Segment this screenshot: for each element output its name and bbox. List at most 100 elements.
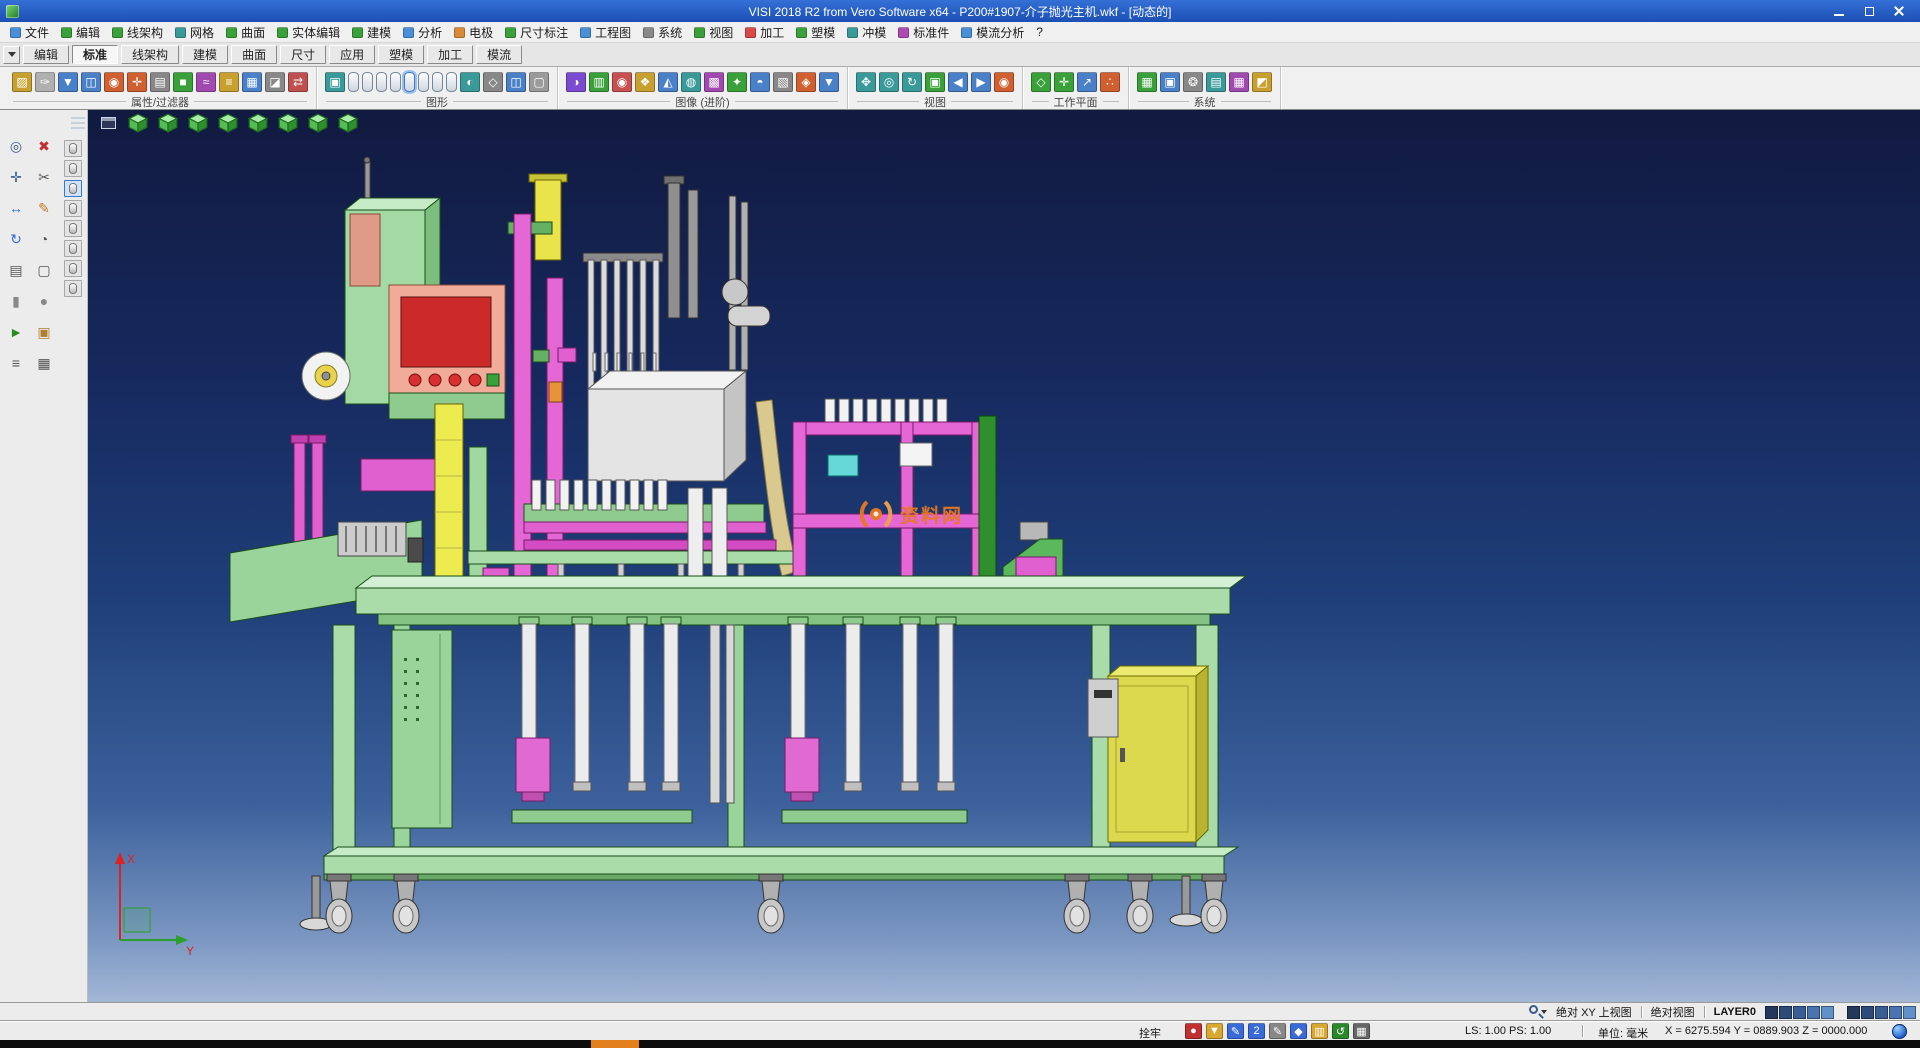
cylinder-tool-2-icon[interactable]	[362, 72, 373, 92]
palette-icon[interactable]: ▥	[1311, 1023, 1328, 1039]
erase-attr-icon[interactable]: ◪	[265, 72, 285, 92]
layer-indicator[interactable]: LAYER0	[1714, 1006, 1756, 1018]
entity-toggle-4-icon[interactable]	[64, 200, 82, 217]
menu-item-mold[interactable]: 塑模	[790, 22, 841, 42]
entity-toggle-1-icon[interactable]	[64, 140, 82, 157]
side-view-icon[interactable]	[216, 112, 240, 134]
entity-toggle-2-icon[interactable]	[64, 160, 82, 177]
system-calc-icon[interactable]: ▤	[1206, 72, 1226, 92]
sphere-icon[interactable]: ●	[32, 289, 56, 313]
entity-toggle-7-icon[interactable]	[64, 260, 82, 277]
menu-item-moldflow[interactable]: 模流分析	[955, 22, 1030, 42]
viewport-window-icon[interactable]	[96, 112, 120, 134]
menu-item-dimension[interactable]: 尺寸标注	[499, 22, 574, 42]
plane-xy-icon[interactable]: ◇	[1031, 72, 1051, 92]
filter-window-icon[interactable]: ◫	[81, 72, 101, 92]
tab-edit[interactable]: 编辑	[23, 45, 69, 64]
effects-icon[interactable]: ✦	[727, 72, 747, 92]
front-view-icon[interactable]	[186, 112, 210, 134]
view-orientation-label[interactable]: 绝对 XY 上视图	[1556, 1004, 1632, 1020]
snap-lock-label[interactable]: 拴牢	[1139, 1025, 1161, 1041]
transparency-icon[interactable]: ▧	[773, 72, 793, 92]
plane-normal-icon[interactable]: ↗	[1077, 72, 1097, 92]
tab-application[interactable]: 应用	[329, 45, 375, 64]
rotate-view-icon[interactable]: ↻	[902, 72, 922, 92]
search-view-icon[interactable]	[1527, 1004, 1547, 1020]
texture-icon[interactable]: ▥	[589, 72, 609, 92]
layer-color-chip[interactable]	[1779, 1006, 1792, 1019]
menu-item-standard-parts[interactable]: 标准件	[892, 22, 955, 42]
layer-color-chip[interactable]	[1793, 1006, 1806, 1019]
tab-overflow-button[interactable]	[3, 46, 20, 64]
entity-toggle-6-icon[interactable]	[64, 240, 82, 257]
tab-machining[interactable]: 加工	[427, 45, 473, 64]
iso-view-icon[interactable]	[126, 112, 150, 134]
system-table-icon[interactable]: ▦	[1229, 72, 1249, 92]
clipboard-icon[interactable]: ▣	[32, 320, 56, 344]
light-icon[interactable]: ◍	[681, 72, 701, 92]
top-view-icon[interactable]	[156, 112, 180, 134]
tab-moldflow[interactable]: 模流	[476, 45, 522, 64]
menu-item-view[interactable]: 视图	[688, 22, 739, 42]
bottom-view-icon[interactable]	[276, 112, 300, 134]
menu-item-analysis[interactable]: 分析	[397, 22, 448, 42]
count-icon[interactable]: 2	[1248, 1023, 1265, 1039]
menu-item-die[interactable]: 冲模	[841, 22, 892, 42]
snap-target-icon[interactable]: ◉	[104, 72, 124, 92]
system-gear-icon[interactable]: ❂	[1183, 72, 1203, 92]
color-swatch-icon[interactable]: ■	[173, 72, 193, 92]
layer-color-chip[interactable]	[1821, 1006, 1834, 1019]
gem-icon[interactable]: ◈	[796, 72, 816, 92]
image-more-icon[interactable]: ▼	[819, 72, 839, 92]
sheet-icon[interactable]: ▢	[32, 258, 56, 282]
minimize-button[interactable]	[1824, 0, 1854, 22]
cylinder-tool-8-icon[interactable]	[446, 72, 457, 92]
rotate-icon[interactable]: ↻	[4, 227, 28, 251]
image-quality-icon[interactable]: ◑	[566, 72, 586, 92]
delete-icon[interactable]: ✖	[32, 134, 56, 158]
cylinder-tool-7-icon[interactable]	[432, 72, 443, 92]
tab-wireframe[interactable]: 线架构	[121, 45, 179, 64]
maximize-button[interactable]	[1854, 0, 1884, 22]
axon-view-icon[interactable]	[306, 112, 330, 134]
pan-icon[interactable]: ✥	[856, 72, 876, 92]
previous-view-icon[interactable]: ◀	[948, 72, 968, 92]
menu-item-help[interactable]: ?	[1030, 22, 1049, 42]
shaded-view-icon[interactable]	[336, 112, 360, 134]
absolute-view-label[interactable]: 绝对视图	[1651, 1004, 1695, 1020]
menu-item-solid-edit[interactable]: 实体编辑	[271, 22, 346, 42]
units-indicator[interactable]: 单位: 毫米	[1598, 1025, 1648, 1041]
menu-item-drafting[interactable]: 工程图	[574, 22, 637, 42]
layer-list-icon[interactable]: ▤	[150, 72, 170, 92]
cylinder-tool-3-icon[interactable]	[376, 72, 387, 92]
select-filter-icon[interactable]: ▦	[242, 72, 262, 92]
grid-small-icon[interactable]: ▦	[1353, 1023, 1370, 1039]
folder-icon[interactable]: ▼	[1206, 1023, 1223, 1039]
close-button[interactable]	[1884, 0, 1914, 22]
list-icon[interactable]: ≡	[4, 351, 28, 375]
tab-dimension[interactable]: 尺寸	[280, 45, 326, 64]
menu-item-edit[interactable]: 编辑	[55, 22, 106, 42]
viewport-3d[interactable]: X Y 资料网	[88, 110, 1920, 1002]
taskbar-item[interactable]	[591, 1040, 639, 1048]
layer-color-chip[interactable]	[1889, 1006, 1902, 1019]
layer-color-chip[interactable]	[1765, 1006, 1778, 1019]
shadow-icon[interactable]: ◭	[658, 72, 678, 92]
reflection-icon[interactable]: ◓	[750, 72, 770, 92]
measure-icon[interactable]: ◔	[32, 227, 56, 251]
menu-item-mesh[interactable]: 网格	[169, 22, 220, 42]
trim-icon[interactable]: ✂	[32, 165, 56, 189]
menu-item-machining[interactable]: 加工	[739, 22, 790, 42]
menu-item-modeling[interactable]: 建模	[346, 22, 397, 42]
play-icon[interactable]: ►	[4, 320, 28, 344]
graphics-settings-icon[interactable]: ▣	[325, 72, 345, 92]
layer-color-chip[interactable]	[1861, 1006, 1874, 1019]
cylinder-tool-4-icon[interactable]	[390, 72, 401, 92]
plane-3point-icon[interactable]: ∴	[1100, 72, 1120, 92]
grid-icon[interactable]: ▦	[32, 351, 56, 375]
attribute-paint-icon[interactable]: ▨	[12, 72, 32, 92]
background-icon[interactable]: ▩	[704, 72, 724, 92]
machine-model[interactable]	[230, 157, 1246, 933]
wireframe-mode-icon[interactable]: ◇	[483, 72, 503, 92]
refresh-icon[interactable]: ↺	[1332, 1023, 1349, 1039]
